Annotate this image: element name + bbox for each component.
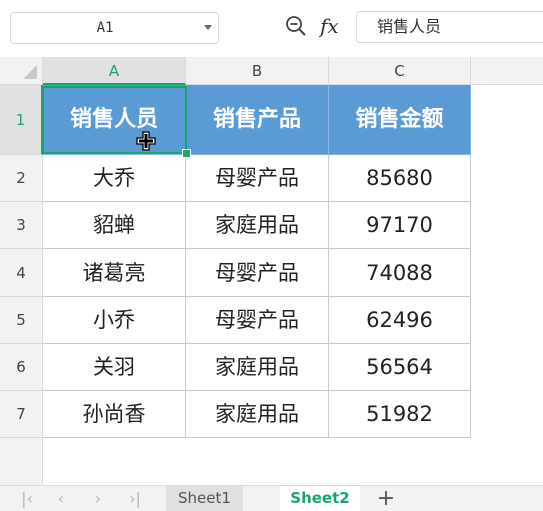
column-header-empty — [471, 57, 543, 85]
formula-bar: A1 fx 销售人员 — [0, 0, 543, 56]
cell-b6[interactable]: 家庭用品 — [186, 344, 329, 391]
cell-c4[interactable]: 74088 — [329, 249, 471, 297]
row-header-3[interactable]: 3 — [0, 202, 43, 249]
row-header-empty — [0, 438, 43, 485]
cell-c6[interactable]: 56564 — [329, 344, 471, 391]
cell-a5[interactable]: 小乔 — [43, 297, 186, 344]
cell-c1[interactable]: 销售金额 — [329, 85, 471, 155]
cell-a1[interactable]: 销售人员 — [43, 85, 186, 155]
sheet-tab-bar: |‹ ‹ › ›| Sheet1 Sheet2 + — [0, 485, 543, 511]
cell-b2[interactable]: 母婴产品 — [186, 155, 329, 202]
row-header-2[interactable]: 2 — [0, 155, 43, 202]
sheet-tab-sheet1[interactable]: Sheet1 — [166, 486, 243, 511]
chevron-down-icon[interactable] — [204, 25, 212, 30]
name-box-value: A1 — [96, 20, 114, 36]
select-all-corner[interactable] — [0, 57, 43, 85]
first-sheet-icon[interactable]: |‹ — [16, 487, 38, 511]
cell-c2[interactable]: 85680 — [329, 155, 471, 202]
row-header-5[interactable]: 5 — [0, 297, 43, 344]
row-header-4[interactable]: 4 — [0, 249, 43, 297]
prev-sheet-icon[interactable]: ‹ — [50, 487, 72, 511]
cell-c7[interactable]: 51982 — [329, 391, 471, 438]
cell-c5[interactable]: 62496 — [329, 297, 471, 344]
fx-icon[interactable]: fx — [320, 13, 346, 39]
name-box[interactable]: A1 — [10, 12, 219, 44]
cell-b7[interactable]: 家庭用品 — [186, 391, 329, 438]
cell-a3[interactable]: 貂蝉 — [43, 202, 186, 249]
column-header-a[interactable]: A — [43, 57, 186, 85]
cell-b3[interactable]: 家庭用品 — [186, 202, 329, 249]
sheet-tab-sheet2[interactable]: Sheet2 — [280, 486, 360, 511]
row-header-7[interactable]: 7 — [0, 391, 43, 438]
zoom-icon[interactable] — [284, 14, 308, 38]
cell-b1[interactable]: 销售产品 — [186, 85, 329, 155]
move-cursor-icon — [136, 131, 156, 151]
cell-a2[interactable]: 大乔 — [43, 155, 186, 202]
cell-b5[interactable]: 母婴产品 — [186, 297, 329, 344]
column-header-b[interactable]: B — [186, 57, 329, 85]
cell-a6[interactable]: 关羽 — [43, 344, 186, 391]
column-header-c[interactable]: C — [329, 57, 471, 85]
cell-a4[interactable]: 诸葛亮 — [43, 249, 186, 297]
cell-b4[interactable]: 母婴产品 — [186, 249, 329, 297]
cell-c3[interactable]: 97170 — [329, 202, 471, 249]
next-sheet-icon[interactable]: › — [87, 487, 109, 511]
add-sheet-icon[interactable]: + — [374, 486, 398, 511]
select-all-icon — [23, 65, 37, 79]
formula-input[interactable]: 销售人员 — [356, 11, 543, 43]
fill-handle[interactable] — [182, 149, 191, 158]
last-sheet-icon[interactable]: ›| — [124, 487, 146, 511]
row-header-6[interactable]: 6 — [0, 344, 43, 391]
row-header-1[interactable]: 1 — [0, 85, 43, 155]
cell-a7[interactable]: 孙尚香 — [43, 391, 186, 438]
